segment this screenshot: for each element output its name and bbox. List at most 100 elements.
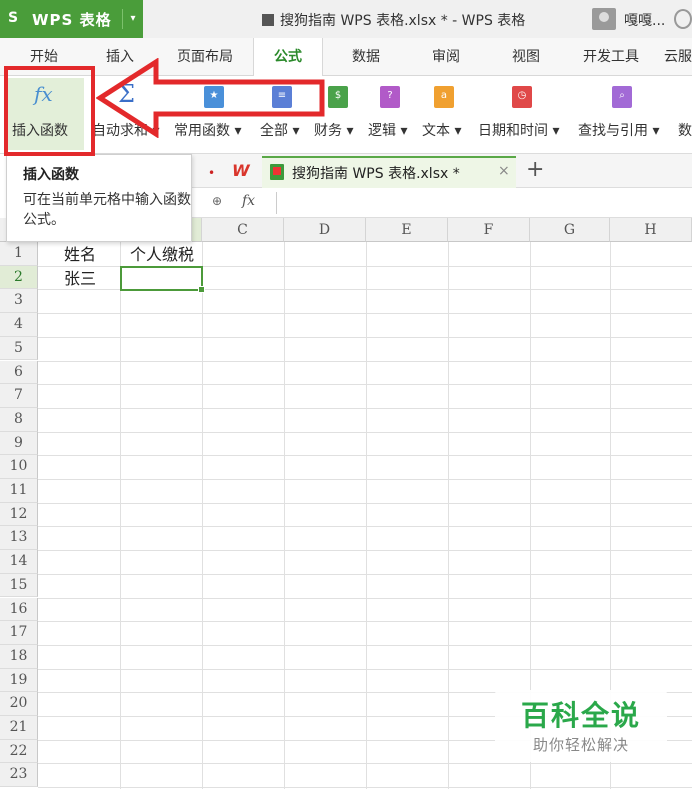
row-header-18[interactable]: 18: [0, 644, 38, 669]
row-header-19[interactable]: 19: [0, 668, 38, 693]
avatar[interactable]: [592, 8, 616, 30]
divider: [276, 192, 277, 214]
column-header-f[interactable]: F: [448, 218, 530, 242]
row-gridline: [38, 502, 692, 504]
logic-functions-button[interactable]: ? 逻辑 ▾: [366, 76, 418, 152]
row-header-14[interactable]: 14: [0, 550, 38, 574]
window-title-text: 搜狗指南 WPS 表格.xlsx * - WPS 表格: [280, 13, 526, 29]
row-header-7[interactable]: 7: [0, 384, 38, 408]
row-gridline: [38, 526, 692, 528]
tab-view[interactable]: 视图: [498, 38, 554, 76]
column-header-g[interactable]: G: [530, 218, 610, 242]
annotation-highlight-box: [4, 66, 95, 156]
row-gridline: [38, 621, 692, 623]
row-gridline: [38, 407, 692, 409]
skin-icon[interactable]: [674, 9, 692, 29]
column-header-e[interactable]: E: [366, 218, 448, 242]
row-header-17[interactable]: 17: [0, 621, 38, 645]
text-functions-button[interactable]: a 文本 ▾: [420, 76, 472, 152]
insert-function-tooltip: 插入函数 可在当前单元格中输入函数公式。: [6, 154, 192, 242]
row-gridline: [38, 763, 692, 765]
text-functions-label: 文本 ▾: [422, 123, 462, 139]
watermark-title: 百科全说: [520, 699, 641, 732]
row-gridline: [38, 573, 692, 575]
row-gridline: [38, 336, 692, 338]
document-tab-label: 搜狗指南 WPS 表格.xlsx *: [292, 166, 460, 182]
search-book-icon: ⌕: [612, 86, 632, 108]
wps-app-menu-button[interactable]: S WPS 表格 ▾: [0, 0, 143, 38]
datetime-functions-label: 日期和时间 ▾: [478, 123, 560, 139]
user-name[interactable]: 嘎嘎...: [624, 10, 665, 30]
row-header-9[interactable]: 9: [0, 431, 38, 456]
math-functions-button[interactable]: 数: [676, 76, 692, 152]
row-header-12[interactable]: 12: [0, 502, 38, 527]
formula-bar: ⊕ fx: [192, 188, 692, 218]
chevron-down-icon[interactable]: ▾: [122, 9, 143, 29]
zoom-icon[interactable]: ⊕: [212, 194, 222, 208]
row-header-10[interactable]: 10: [0, 455, 38, 479]
datetime-functions-button[interactable]: ◷ 日期和时间 ▾: [476, 76, 572, 152]
tab-data[interactable]: 数据: [338, 38, 394, 76]
row-gridline: [38, 550, 692, 552]
row-header-6[interactable]: 6: [0, 360, 38, 385]
row-gridline: [38, 644, 692, 646]
row-gridline: [38, 431, 692, 433]
logic-functions-label: 逻辑 ▾: [368, 123, 408, 139]
row-gridline: [38, 479, 692, 480]
row-header-5[interactable]: 5: [0, 336, 38, 361]
row-header-23[interactable]: 23: [0, 763, 38, 788]
row-header-13[interactable]: 13: [0, 526, 38, 551]
column-header-h[interactable]: H: [610, 218, 692, 242]
document-icon: [262, 14, 274, 26]
tab-cloud[interactable]: 云服: [664, 38, 692, 76]
row-gridline: [38, 313, 692, 315]
tooltip-body: 可在当前单元格中输入函数公式。: [23, 192, 191, 228]
row-header-20[interactable]: 20: [0, 692, 38, 716]
column-header-c[interactable]: C: [202, 218, 284, 242]
column-gridline: [448, 242, 449, 789]
row-gridline: [38, 455, 692, 457]
finance-book-icon: $: [328, 86, 348, 108]
text-book-icon: a: [434, 86, 454, 108]
row-gridline: [38, 384, 692, 386]
title-bar: S WPS 表格 ▾ 搜狗指南 WPS 表格.xlsx * - WPS 表格 嘎…: [0, 0, 692, 38]
cell-b1[interactable]: 个人缴税: [120, 243, 204, 266]
annotation-arrow: [96, 58, 325, 138]
row-header-16[interactable]: 16: [0, 597, 38, 622]
row-header-8[interactable]: 8: [0, 407, 38, 432]
cell-a2[interactable]: 张三: [40, 267, 120, 290]
row-header-2[interactable]: 2: [0, 265, 38, 290]
tooltip-title: 插入函数: [23, 167, 79, 183]
watermark-subtitle: 助你轻松解决: [532, 736, 629, 754]
row-gridline: [38, 597, 692, 599]
formula-fx-icon[interactable]: fx: [242, 193, 255, 209]
formula-input[interactable]: [280, 190, 690, 216]
pin-icon[interactable]: •: [208, 166, 215, 180]
wps-logo-icon: S: [8, 10, 19, 26]
row-header-4[interactable]: 4: [0, 313, 38, 337]
row-header-15[interactable]: 15: [0, 573, 38, 598]
row-gridline: [38, 668, 692, 670]
column-gridline: [120, 242, 121, 789]
clock-book-icon: ◷: [512, 86, 532, 108]
active-cell-b2[interactable]: [120, 266, 205, 293]
row-header-21[interactable]: 21: [0, 716, 38, 740]
tab-developer[interactable]: 开发工具: [572, 38, 650, 76]
column-gridline: [202, 242, 203, 789]
row-header-22[interactable]: 22: [0, 739, 38, 764]
new-tab-icon[interactable]: +: [526, 157, 544, 182]
row-header-1[interactable]: 1: [0, 242, 38, 266]
column-header-d[interactable]: D: [284, 218, 366, 242]
wps-home-icon[interactable]: W: [232, 161, 250, 180]
lookup-functions-button[interactable]: ⌕ 查找与引用 ▾: [576, 76, 672, 152]
watermark-logo: 百科全说 助你轻松解决: [495, 690, 667, 762]
tab-review[interactable]: 审阅: [418, 38, 474, 76]
close-icon[interactable]: ×: [498, 163, 510, 179]
column-gridline: [366, 242, 367, 789]
row-gridline: [38, 787, 692, 789]
cell-a1[interactable]: 姓名: [40, 243, 120, 266]
row-header-3[interactable]: 3: [0, 289, 38, 314]
document-tab-bar: • W 搜狗指南 WPS 表格.xlsx * × +: [192, 154, 692, 188]
row-header-11[interactable]: 11: [0, 479, 38, 503]
document-tab[interactable]: 搜狗指南 WPS 表格.xlsx * ×: [262, 156, 516, 188]
